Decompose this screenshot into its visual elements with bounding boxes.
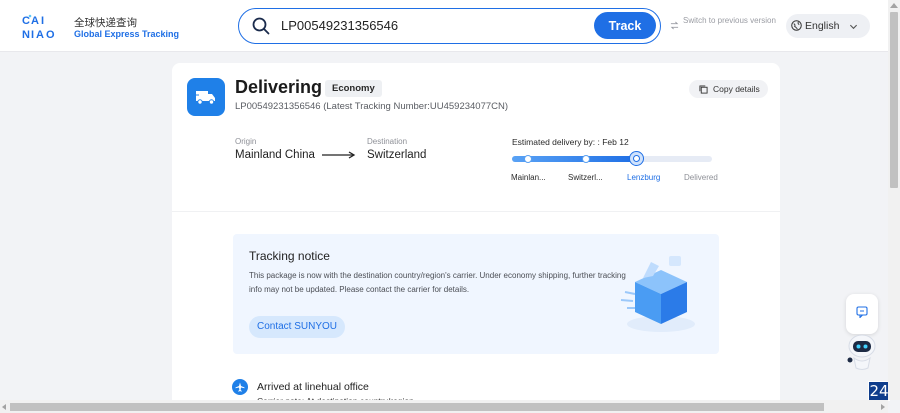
- progress-current-dot: [629, 151, 644, 166]
- svg-text:A: A: [36, 29, 44, 39]
- event-title: Arrived at linehual office: [257, 381, 369, 393]
- svg-text:C: C: [22, 15, 30, 27]
- progress-dot: [582, 155, 590, 163]
- origin-value: Mainland China: [235, 149, 315, 161]
- destination-label: Destination: [367, 137, 408, 146]
- search-icon: [252, 17, 270, 35]
- step-label: Mainlan...: [511, 173, 546, 182]
- switch-version-link[interactable]: Switch to previous version: [670, 16, 778, 30]
- scroll-right-arrow[interactable]: [881, 404, 885, 410]
- package-illustration: [620, 256, 695, 332]
- search-input[interactable]: [281, 18, 581, 33]
- cainiao-logo[interactable]: C A I N I A O: [22, 13, 64, 39]
- copy-details-label: Copy details: [713, 84, 760, 94]
- tracking-notice: Tracking notice This package is now with…: [233, 234, 719, 354]
- switch-icon: [670, 21, 679, 30]
- language-selector[interactable]: English: [786, 14, 870, 38]
- track-button[interactable]: Track: [594, 12, 656, 39]
- step-label: Delivered: [684, 173, 718, 182]
- top-header: C A I N I A O 全球快递查询 Global Express Trac…: [0, 0, 888, 52]
- contact-carrier-button[interactable]: Contact SUNYOU: [249, 316, 346, 338]
- scroll-left-arrow[interactable]: [2, 404, 6, 410]
- destination-value: Switzerland: [367, 149, 427, 161]
- corner-badge[interactable]: 24: [868, 381, 890, 401]
- chevron-down-icon: [849, 24, 858, 30]
- language-label: English: [805, 20, 840, 32]
- progress-dot: [524, 155, 532, 163]
- horizontal-scrollbar[interactable]: [0, 400, 888, 413]
- logo-text-en: Global Express Tracking: [74, 29, 180, 39]
- arrow-right-icon: [322, 151, 356, 159]
- step-label: Switzerl...: [568, 173, 603, 182]
- delivery-progress-bar: [512, 151, 712, 166]
- scroll-up-arrow[interactable]: [890, 3, 898, 8]
- svg-text:I: I: [41, 15, 44, 27]
- notice-title: Tracking notice: [249, 249, 330, 263]
- truck-icon: [195, 91, 215, 105]
- copy-details-button[interactable]: Copy details: [689, 80, 768, 98]
- plane-icon: [232, 379, 248, 395]
- origin-label: Origin: [235, 137, 257, 146]
- vertical-scrollbar[interactable]: [888, 0, 900, 400]
- assistant-robot-icon[interactable]: [842, 330, 882, 372]
- search-bar: Track: [238, 8, 661, 44]
- notice-text: This package is now with the destination…: [249, 271, 626, 294]
- svg-text:O: O: [46, 29, 55, 39]
- vertical-scroll-thumb[interactable]: [890, 12, 898, 188]
- switch-version-label: Switch to previous version: [683, 16, 776, 25]
- truck-icon-box: [187, 78, 225, 116]
- horizontal-scroll-thumb[interactable]: [10, 403, 824, 411]
- service-badge: Economy: [325, 80, 382, 97]
- shipment-card: Delivering Economy LP00549231356546 (Lat…: [172, 63, 780, 408]
- globe-icon: [791, 20, 802, 31]
- svg-text:N: N: [22, 29, 30, 39]
- logo-text-cn: 全球快递查询: [74, 17, 137, 29]
- tracking-number-line: LP00549231356546 (Latest Tracking Number…: [235, 101, 509, 112]
- copy-icon: [699, 85, 708, 94]
- svg-text:I: I: [31, 29, 34, 39]
- step-label-current: Lenzburg: [627, 173, 661, 182]
- divider: [172, 211, 780, 212]
- svg-text:A: A: [31, 15, 39, 27]
- feedback-widget[interactable]: [846, 294, 878, 334]
- feedback-icon: [856, 306, 868, 318]
- estimated-delivery: Estimated delivery by: : Feb 12: [512, 137, 629, 147]
- shipment-status: Delivering: [235, 77, 323, 97]
